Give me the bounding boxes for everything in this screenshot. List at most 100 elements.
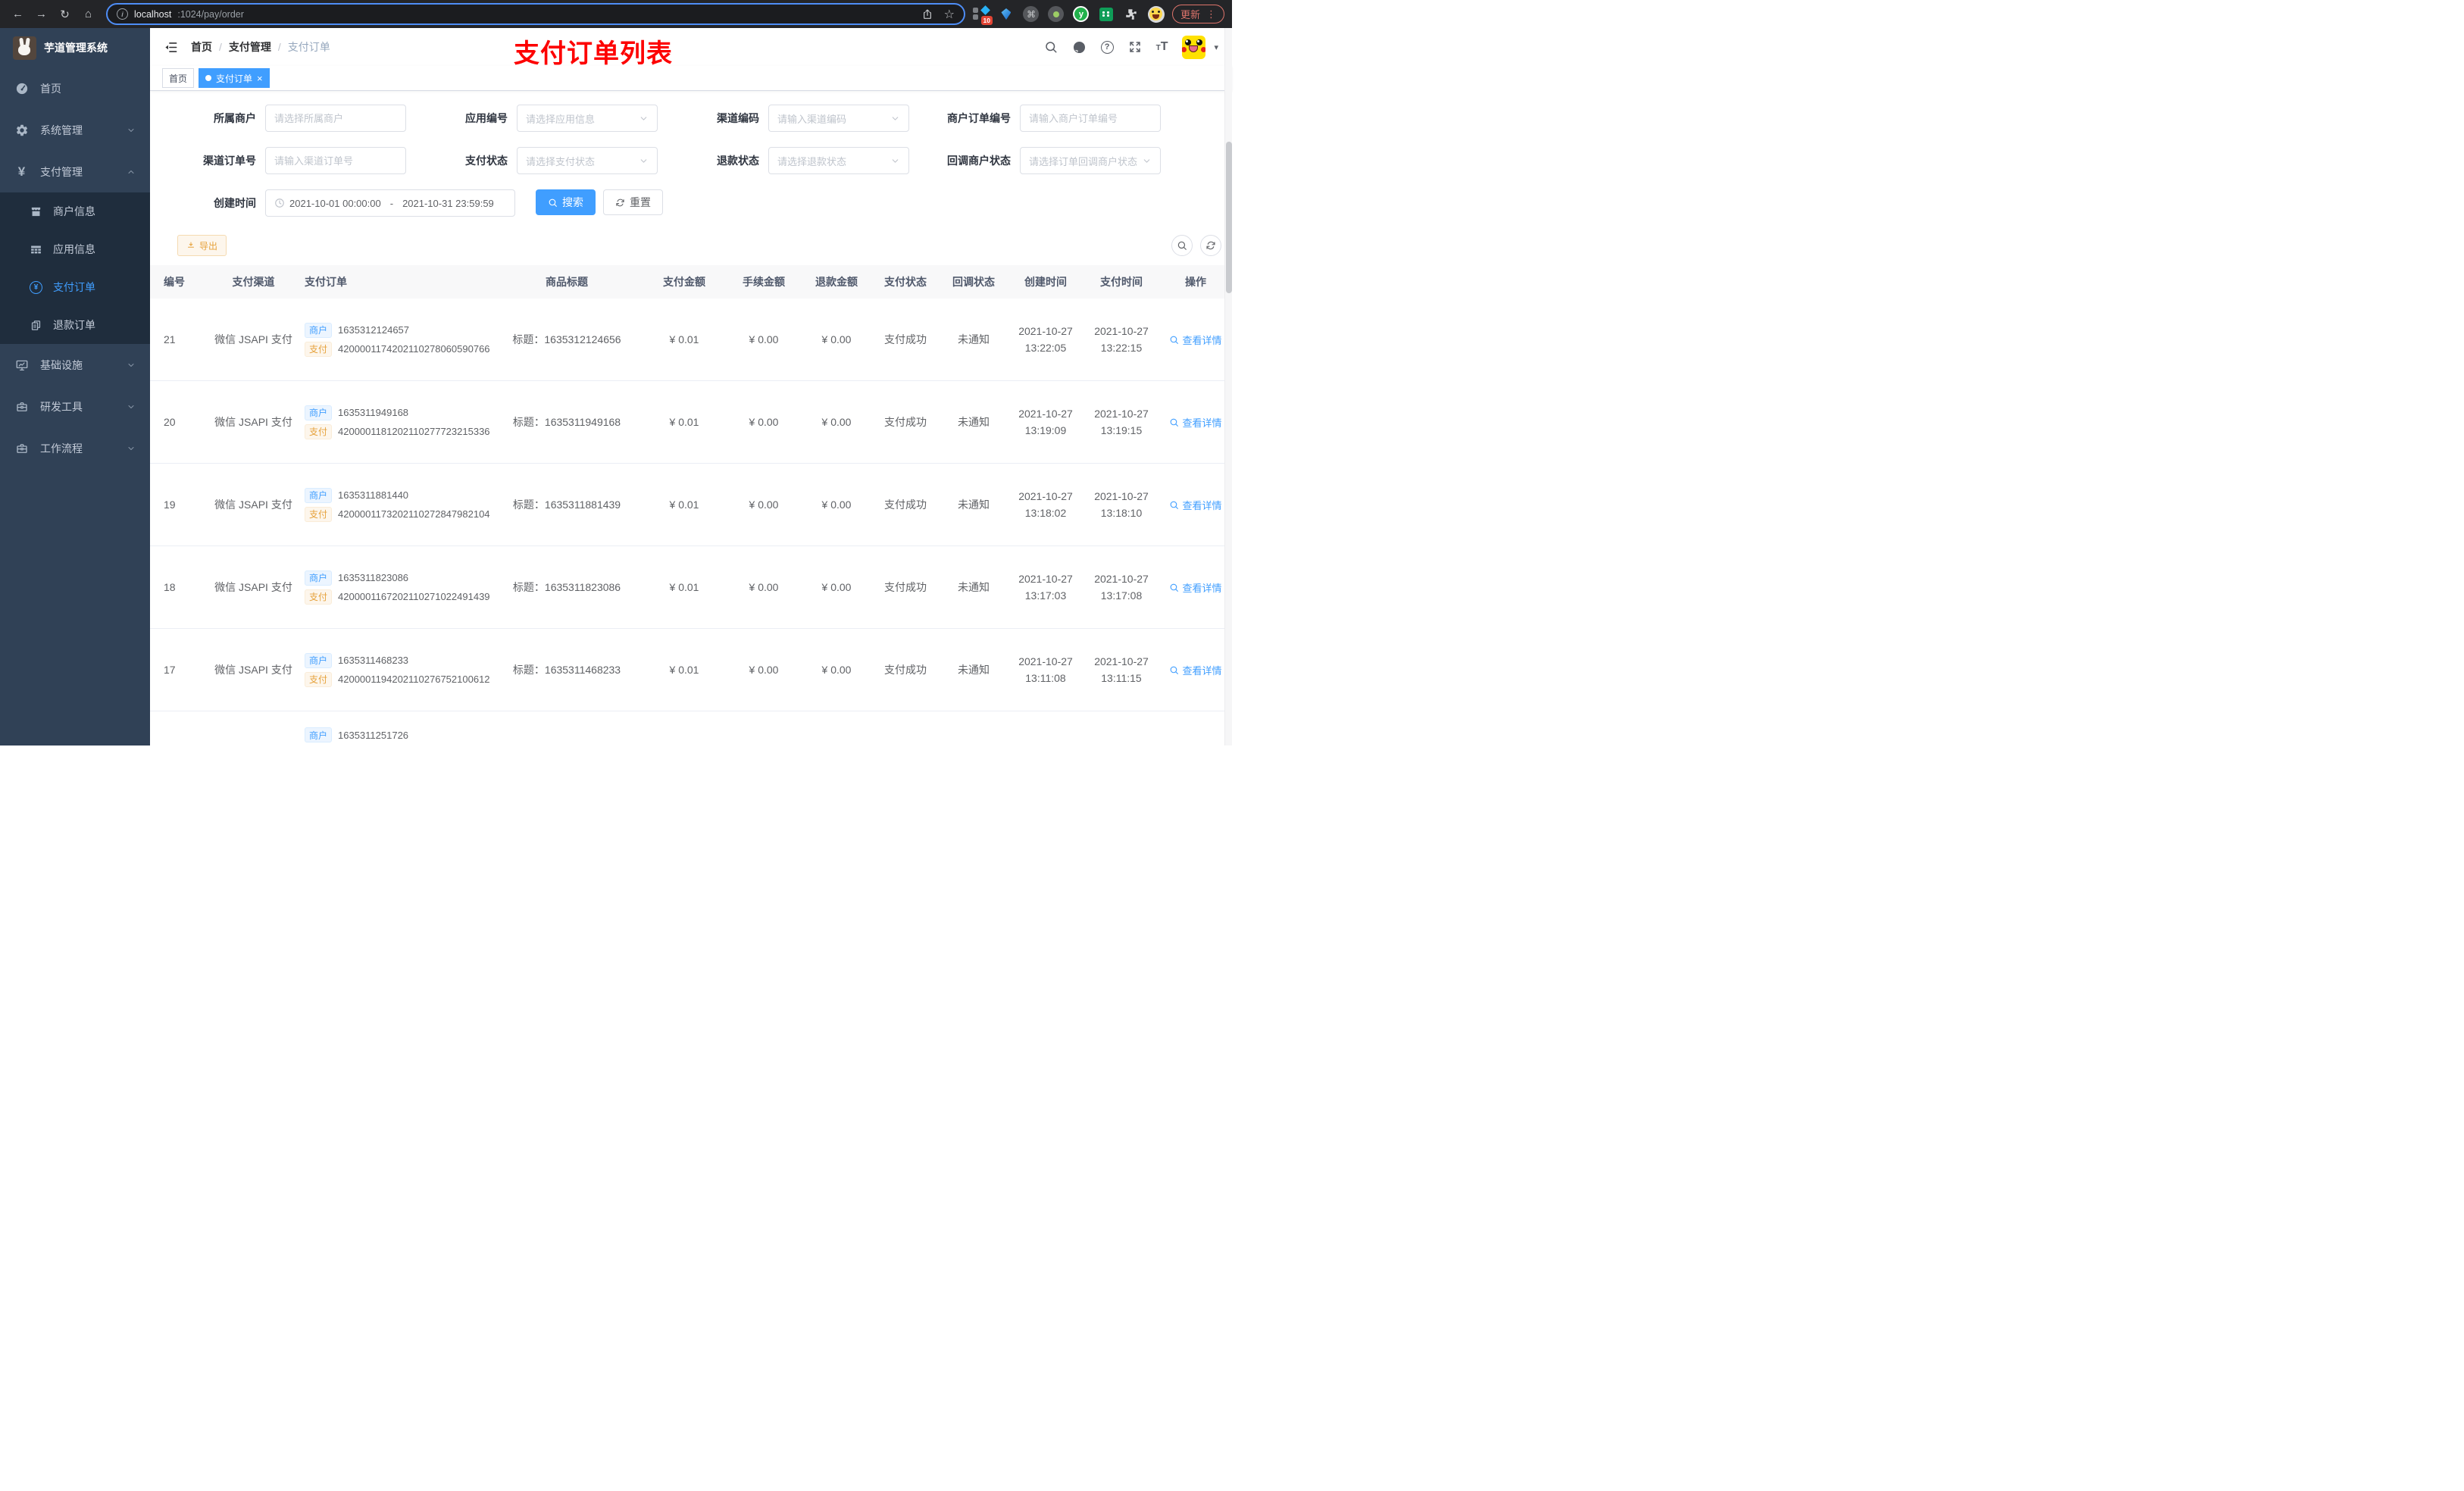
app-logo — [13, 36, 36, 60]
browser-back-button[interactable]: ← — [8, 4, 28, 24]
table-header: 编号 支付渠道 支付订单 商品标题 支付金额 手续金额 退款金额 支付状态 回调… — [150, 265, 1232, 299]
chevron-down-icon — [890, 114, 900, 123]
cell-notify: 未通知 — [958, 664, 990, 676]
merchant-order-input[interactable] — [1020, 105, 1161, 132]
table-row: 18 微信 JSAPI 支付 商户 1635311823086 支付 4200001… — [150, 546, 1232, 629]
scrollbar[interactable] — [1224, 28, 1232, 746]
col-action: 操作 — [1185, 276, 1206, 288]
extensions-puzzle-icon[interactable] — [1123, 6, 1140, 23]
sidebar-item-app-info[interactable]: 应用信息 — [0, 230, 150, 268]
browser-reload-button[interactable]: ↻ — [55, 4, 75, 24]
help-icon[interactable]: ? — [1100, 40, 1114, 54]
active-dot — [205, 75, 212, 81]
top-navbar: 首页 / 支付管理 / 支付订单 支付订单列表 ? TT ▾ — [150, 28, 1232, 68]
extension-icon-3[interactable] — [1048, 6, 1065, 23]
tag-home[interactable]: 首页 — [162, 68, 195, 88]
view-detail-link[interactable]: 查看详情 — [1169, 415, 1222, 430]
cell-notify: 未通知 — [958, 333, 990, 345]
table-row: 21 微信 JSAPI 支付 商户 1635312124657 支付 4200001… — [150, 299, 1232, 381]
font-size-icon[interactable]: TT — [1156, 41, 1168, 53]
refresh-table-button[interactable] — [1200, 235, 1221, 256]
breadcrumb-home[interactable]: 首页 — [191, 39, 212, 55]
col-notify: 回调状态 — [952, 276, 995, 288]
merchant-input[interactable] — [265, 105, 406, 132]
cell-create-time: 2021-10-27 13:11:08 — [1018, 655, 1073, 684]
refund-status-select[interactable]: 请选择退款状态 — [768, 147, 909, 174]
extension-icon-1[interactable]: 10 — [972, 5, 993, 25]
cell-amount: ¥ 0.01 — [669, 664, 699, 676]
sidebar-toggle-icon[interactable] — [164, 40, 178, 55]
view-detail-link[interactable]: 查看详情 — [1169, 580, 1222, 595]
url-path: :1024/pay/order — [177, 8, 244, 20]
pay-status-select[interactable]: 请选择支付状态 — [517, 147, 658, 174]
cell-fee: ¥ 0.00 — [749, 416, 779, 428]
toolbox-icon — [14, 400, 29, 414]
sidebar-item-pay-order[interactable]: ¥ 支付订单 — [0, 268, 150, 306]
cell-refund: ¥ 0.00 — [821, 499, 852, 511]
extension-icon-chat[interactable] — [1098, 6, 1115, 23]
export-button[interactable]: 导出 — [177, 235, 227, 256]
create-time-range-picker[interactable]: 2021-10-01 00:00:00 - 2021-10-31 23:59:5… — [265, 189, 515, 217]
cell-status: 支付成功 — [884, 664, 927, 676]
browser-profile-avatar[interactable] — [1147, 5, 1165, 23]
tags-view-bar: 首页 支付订单 × — [150, 66, 1232, 91]
cell-refund: ¥ 0.00 — [821, 333, 852, 345]
fullscreen-icon[interactable] — [1128, 40, 1142, 54]
reset-button[interactable]: 重置 — [603, 189, 663, 215]
toggle-search-button[interactable] — [1171, 235, 1193, 256]
browser-toolbar: ← → ↻ ⌂ i localhost:1024/pay/order ☆ 10 … — [0, 0, 1232, 28]
avatar-caret-icon[interactable]: ▾ — [1214, 42, 1218, 52]
header-search-icon[interactable] — [1044, 40, 1058, 54]
sidebar-item-dev-tools[interactable]: 研发工具 — [0, 386, 150, 427]
table-row-partial: 商户 1635311251726 — [150, 711, 1232, 746]
pay-tag: 支付 — [305, 589, 333, 605]
bookmark-star-icon[interactable]: ☆ — [944, 7, 955, 22]
extension-icon-2[interactable] — [998, 6, 1015, 23]
sidebar-item-merchant-info[interactable]: 商户信息 — [0, 192, 150, 230]
sidebar-item-system[interactable]: 系统管理 — [0, 109, 150, 151]
address-bar[interactable]: i localhost :1024/pay/order ☆ — [106, 3, 965, 25]
scrollbar-thumb[interactable] — [1226, 142, 1232, 293]
browser-update-button[interactable]: 更新 ⋮ — [1171, 5, 1224, 23]
browser-forward-button[interactable]: → — [31, 4, 52, 24]
search-button[interactable]: 搜索 — [536, 189, 596, 215]
cell-amount: ¥ 0.01 — [669, 416, 699, 428]
tag-pay-order[interactable]: 支付订单 × — [199, 68, 270, 88]
cell-order: 商户 1635312124657 支付 4200001174202110278060… — [300, 319, 491, 361]
sidebar-item-refund-order[interactable]: 退款订单 — [0, 306, 150, 344]
chevron-down-icon — [890, 156, 900, 166]
callback-status-select[interactable]: 请选择订单回调商户状态 — [1020, 147, 1161, 174]
channel-code-select[interactable]: 请输入渠道编码 — [768, 105, 909, 132]
cell-channel: 微信 JSAPI 支付 — [214, 499, 292, 511]
view-detail-link[interactable]: 查看详情 — [1169, 498, 1222, 512]
view-detail-link[interactable]: 查看详情 — [1169, 333, 1222, 347]
chevron-up-icon — [127, 167, 136, 177]
sidebar-item-infrastructure[interactable]: 基础设施 — [0, 344, 150, 386]
share-icon[interactable] — [921, 8, 933, 20]
site-info-icon[interactable]: i — [117, 8, 128, 20]
extension-icon-command[interactable]: ⌘ — [1023, 6, 1040, 23]
search-icon — [1169, 583, 1179, 592]
browser-menu-icon[interactable]: ⋮ — [1206, 8, 1216, 20]
url-host: localhost — [134, 8, 172, 20]
clock-icon — [274, 198, 285, 208]
browser-home-button[interactable]: ⌂ — [78, 4, 98, 24]
app-no-select[interactable]: 请选择应用信息 — [517, 105, 658, 132]
github-icon[interactable] — [1072, 40, 1087, 55]
extension-icon-y[interactable]: y — [1073, 6, 1090, 23]
col-order: 支付订单 — [305, 276, 347, 288]
sidebar-item-home[interactable]: 首页 — [0, 67, 150, 109]
chevron-down-icon — [127, 361, 136, 370]
tag-close-icon[interactable]: × — [257, 73, 263, 84]
channel-order-input[interactable] — [265, 147, 406, 174]
sidebar-item-workflow[interactable]: 工作流程 — [0, 427, 150, 469]
col-id: 编号 — [164, 276, 185, 288]
date-start-value: 2021-10-01 00:00:00 — [289, 197, 381, 209]
breadcrumb-pay[interactable]: 支付管理 — [229, 39, 271, 55]
view-detail-link[interactable]: 查看详情 — [1169, 663, 1222, 677]
sidebar-item-pay[interactable]: ¥ 支付管理 — [0, 151, 150, 192]
cell-notify: 未通知 — [958, 581, 990, 593]
app-logo-row[interactable]: 芋道管理系统 — [0, 28, 150, 67]
user-avatar[interactable] — [1182, 35, 1206, 59]
yen-icon: ¥ — [17, 164, 26, 179]
